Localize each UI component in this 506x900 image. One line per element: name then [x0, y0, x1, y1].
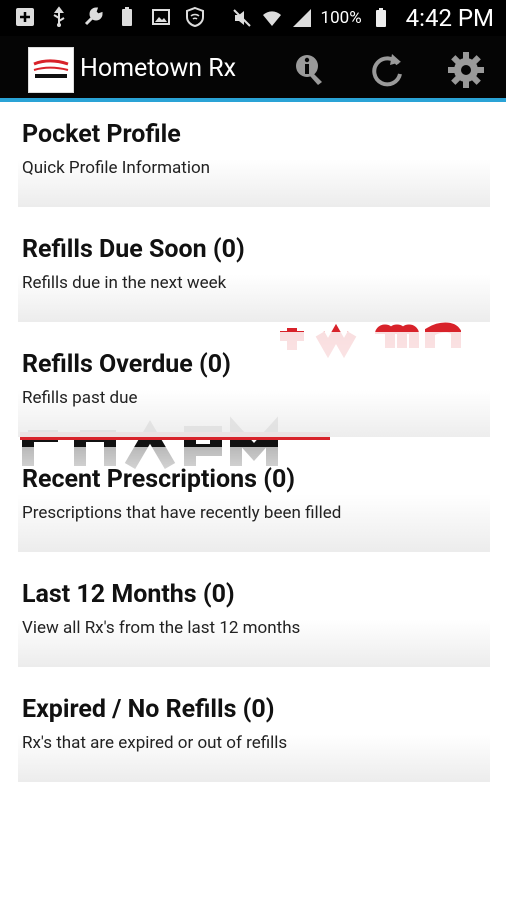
battery-full-icon — [122, 7, 132, 26]
app-title: Hometown Rx — [80, 54, 237, 83]
card-subtitle: Rx's that are expired or out of refills — [22, 733, 288, 753]
signal-icon — [292, 9, 311, 27]
status-bar: 100% 4:42 PM — [0, 0, 506, 36]
gear-icon[interactable] — [446, 50, 486, 90]
card-recent-prescriptions[interactable]: Recent Prescriptions (0) Prescriptions t… — [18, 447, 490, 552]
usb-icon — [53, 6, 65, 27]
card-title: Refills Due Soon (0) — [22, 235, 245, 264]
card-title: Last 12 Months (0) — [22, 580, 235, 609]
card-title: Expired / No Refills (0) — [22, 695, 275, 724]
wifi-icon — [262, 11, 281, 26]
card-subtitle: Prescriptions that have recently been fi… — [22, 503, 342, 523]
card-pocket-profile[interactable]: Pocket Profile Quick Profile Information — [18, 102, 490, 207]
card-subtitle: Refills due in the next week — [22, 273, 227, 293]
action-bar: Hometown Rx — [0, 36, 506, 102]
card-last-12-months[interactable]: Last 12 Months (0) View all Rx's from th… — [18, 562, 490, 667]
clock: 4:42 PM — [405, 4, 494, 32]
card-title: Pocket Profile — [22, 120, 181, 149]
dashboard-list: Pocket Profile Quick Profile Information… — [18, 102, 490, 792]
card-refills-due-soon[interactable]: Refills Due Soon (0) Refills due in the … — [18, 217, 490, 322]
card-subtitle: Quick Profile Information — [22, 158, 211, 178]
mute-icon — [232, 9, 251, 27]
add-box-icon — [16, 8, 34, 26]
battery-percent: 100% — [320, 8, 362, 28]
battery-icon — [375, 8, 386, 27]
card-title: Recent Prescriptions (0) — [22, 465, 296, 494]
card-title: Refills Overdue (0) — [22, 350, 231, 379]
image-icon — [152, 9, 170, 25]
card-expired-no-refills[interactable]: Expired / No Refills (0) Rx's that are e… — [18, 677, 490, 782]
notification-icons — [14, 6, 206, 28]
refresh-icon[interactable] — [368, 50, 408, 90]
card-subtitle: Refills past due — [22, 388, 138, 408]
info-icon[interactable] — [290, 50, 330, 90]
system-indicators: 100% 4:42 PM — [231, 4, 494, 32]
card-refills-overdue[interactable]: Refills Overdue (0) Refills past due — [18, 332, 490, 437]
app-logo — [28, 47, 74, 93]
wrench-icon — [84, 7, 103, 26]
shield-icon — [186, 6, 204, 28]
card-subtitle: View all Rx's from the last 12 months — [22, 618, 301, 638]
